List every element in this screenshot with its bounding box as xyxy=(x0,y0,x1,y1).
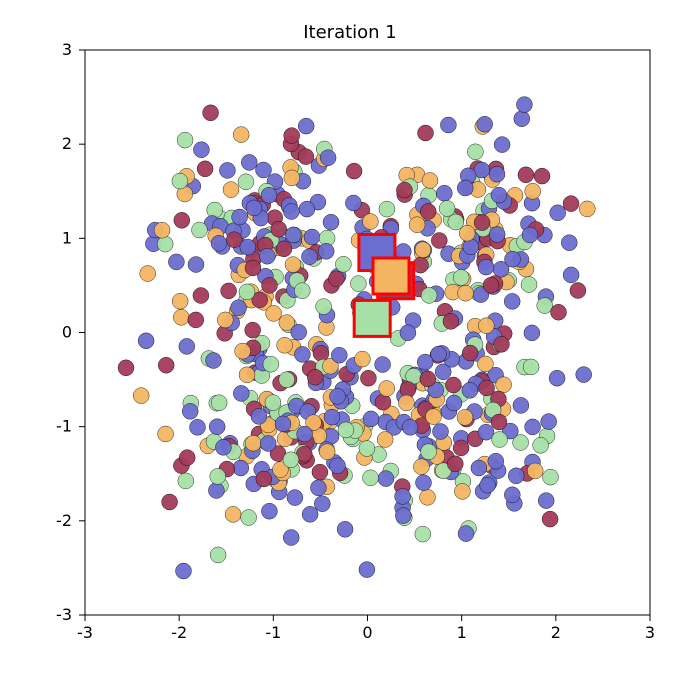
svg-text:-2: -2 xyxy=(56,511,72,530)
svg-text:0: 0 xyxy=(362,623,372,642)
y-axis: -3 -2 -1 0 1 2 3 xyxy=(56,40,85,624)
chart-svg: -3 -2 -1 0 1 2 3 -3 -2 -1 0 1 2 3 xyxy=(0,0,700,700)
svg-text:1: 1 xyxy=(62,228,72,247)
svg-text:3: 3 xyxy=(645,623,655,642)
svg-text:3: 3 xyxy=(62,40,72,59)
svg-text:-3: -3 xyxy=(56,605,72,624)
svg-text:1: 1 xyxy=(457,623,467,642)
svg-text:0: 0 xyxy=(62,323,72,342)
scatter-chart: Iteration 1 -3 -2 -1 0 1 2 3 xyxy=(0,0,700,700)
x-axis: -3 -2 -1 0 1 2 3 xyxy=(77,615,655,642)
svg-text:2: 2 xyxy=(62,134,72,153)
svg-text:-2: -2 xyxy=(171,623,187,642)
svg-text:2: 2 xyxy=(551,623,561,642)
svg-text:-1: -1 xyxy=(56,417,72,436)
svg-text:-3: -3 xyxy=(77,623,93,642)
svg-text:-1: -1 xyxy=(265,623,281,642)
